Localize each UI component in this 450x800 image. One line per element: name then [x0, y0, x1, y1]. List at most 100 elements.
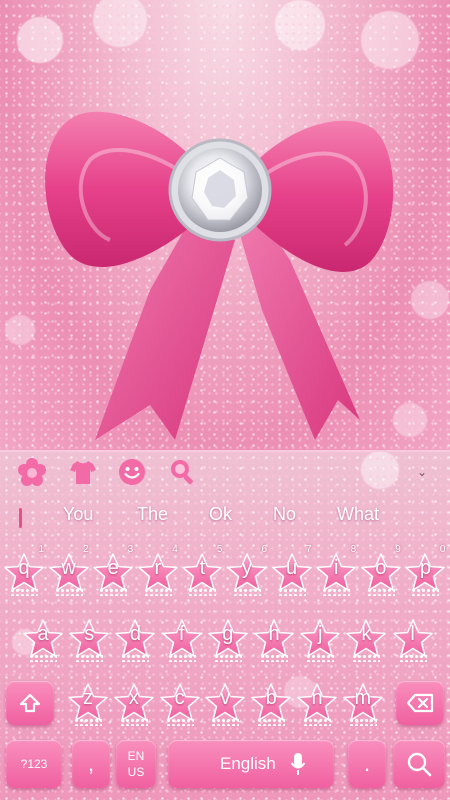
key-letter: q [18, 557, 30, 579]
microphone-icon[interactable] [290, 752, 306, 776]
key-letter: x [128, 687, 139, 709]
key-f[interactable]: f [160, 614, 204, 662]
backspace-key[interactable] [396, 681, 444, 725]
key-l[interactable]: l [391, 614, 435, 662]
comma-key[interactable]: , [72, 740, 110, 788]
gem-decoration [322, 588, 351, 596]
backspace-icon [406, 693, 434, 713]
gem-decoration [121, 654, 150, 662]
gem-decoration [260, 654, 288, 662]
key-j[interactable]: j [298, 614, 342, 662]
key-letter: u [286, 557, 298, 579]
key-a[interactable]: a [21, 614, 65, 662]
space-bar-label: English [220, 754, 276, 773]
comma-key-label: , [87, 751, 95, 776]
gem-decoration [74, 718, 102, 726]
key-i[interactable]: i8 [314, 544, 358, 596]
key-m[interactable]: m [341, 678, 385, 726]
search-icon[interactable] [168, 458, 196, 486]
key-letter: c [174, 687, 185, 709]
language-key[interactable]: EN US [116, 740, 156, 788]
gem-decoration [10, 588, 38, 596]
key-d[interactable]: d [113, 614, 157, 662]
key-letter: b [265, 687, 277, 709]
key-t[interactable]: t5 [180, 544, 224, 596]
key-o[interactable]: o9 [359, 544, 403, 596]
shift-key[interactable] [6, 681, 54, 725]
key-letter: k [361, 623, 372, 645]
key-letter: a [37, 623, 49, 645]
key-r[interactable]: r4 [136, 544, 180, 596]
key-number-hint: 2 [83, 544, 89, 555]
gem-decoration [398, 654, 427, 662]
keyboard: ⌄ You The Ok No What q1w2e3r4t5y6u7i8o9p… [0, 450, 450, 800]
key-b[interactable]: b [249, 678, 293, 726]
suggestion-item[interactable]: Ok [209, 504, 232, 528]
key-letter: n [311, 687, 323, 709]
key-z[interactable]: z [66, 678, 110, 726]
key-v[interactable]: v [203, 678, 247, 726]
key-number-hint: 3 [127, 544, 134, 555]
keyboard-toolbar: ⌄ [0, 452, 450, 492]
period-key[interactable]: . [348, 740, 386, 788]
key-letter: s [84, 623, 95, 645]
key-letter: h [268, 623, 280, 645]
gem-decoration [29, 654, 57, 662]
gem-decoration [411, 588, 440, 596]
key-number-hint: 6 [261, 544, 267, 555]
gem-decoration [306, 654, 335, 662]
key-g[interactable]: g [206, 614, 250, 662]
flower-icon[interactable] [18, 458, 46, 486]
key-letter: l [410, 623, 415, 645]
key-k[interactable]: k [344, 614, 388, 662]
gem-decoration [75, 654, 104, 662]
gem-decoration [99, 588, 128, 596]
key-p[interactable]: p0 [403, 544, 447, 596]
language-key-line1: EN [127, 749, 145, 763]
key-letter: w [61, 557, 76, 579]
language-key-line2: US [127, 765, 145, 779]
suggestion-item[interactable]: You [63, 504, 93, 528]
gem-decoration [211, 718, 240, 726]
pink-bow-image [45, 111, 394, 440]
numbers-key[interactable]: ?123 [6, 740, 62, 788]
suggestion-item[interactable]: What [337, 504, 379, 528]
key-c[interactable]: c [158, 678, 202, 726]
key-h[interactable]: h [252, 614, 296, 662]
gem-decoration [366, 588, 395, 596]
key-y[interactable]: y6 [225, 544, 269, 596]
key-u[interactable]: u7 [270, 544, 314, 596]
key-w[interactable]: w2 [47, 544, 91, 596]
key-x[interactable]: x [112, 678, 156, 726]
space-bar[interactable]: English [168, 740, 334, 788]
key-number-hint: 8 [350, 544, 357, 555]
key-n[interactable]: n [295, 678, 339, 726]
key-letter: y [242, 557, 252, 579]
gem-decoration [352, 654, 381, 662]
key-number-hint: 1 [38, 544, 44, 555]
key-number-hint: 0 [439, 544, 446, 555]
shift-arrow-icon [19, 693, 41, 713]
gem-decoration [119, 718, 148, 726]
key-e[interactable]: e3 [91, 544, 135, 596]
key-letter: p [419, 557, 431, 579]
key-q[interactable]: q1 [2, 544, 46, 596]
key-letter: j [317, 623, 323, 645]
chevron-down-icon[interactable]: ⌄ [416, 466, 428, 478]
period-key-label: . [363, 751, 371, 776]
smiley-icon[interactable] [118, 458, 146, 486]
key-letter: t [199, 557, 206, 579]
key-number-hint: 5 [216, 544, 223, 555]
suggestion-item[interactable]: No [273, 504, 296, 528]
numbers-key-label: ?123 [20, 757, 48, 771]
key-letter: i [333, 557, 339, 579]
key-s[interactable]: s [67, 614, 111, 662]
gem-decoration [213, 654, 242, 662]
key-letter: d [129, 623, 141, 645]
suggestion-item[interactable]: The [137, 504, 168, 528]
key-letter: z [83, 687, 93, 709]
gem-decoration [277, 588, 306, 596]
shirt-icon[interactable] [69, 458, 97, 486]
wallpaper [0, 0, 450, 450]
search-key[interactable] [393, 740, 445, 788]
